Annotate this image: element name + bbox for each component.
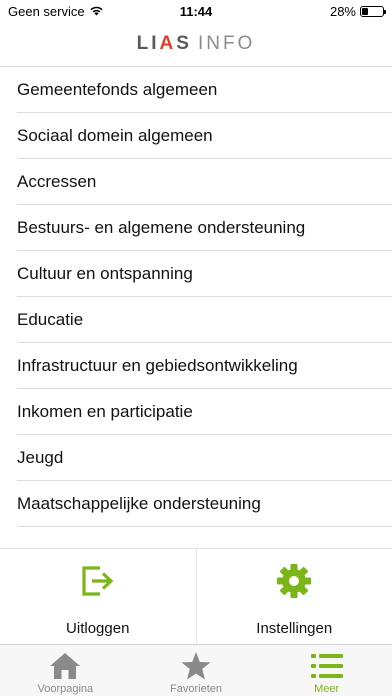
settings-label: Instellingen xyxy=(256,620,333,637)
category-list: Gemeentefonds algemeen Sociaal domein al… xyxy=(0,67,392,527)
star-icon xyxy=(179,650,213,682)
list-item-gemeentefonds-algemeen[interactable]: Gemeentefonds algemeen xyxy=(17,67,392,113)
list-item-inkomen-participatie[interactable]: Inkomen en participatie xyxy=(17,389,392,435)
logout-button[interactable]: Uitloggen xyxy=(0,549,196,644)
logo-text: LIAS INFO xyxy=(136,33,256,54)
logout-icon xyxy=(78,561,118,601)
tab-label-meer: Meer xyxy=(314,683,340,695)
status-bar: Geen service 11:44 28% xyxy=(0,0,392,24)
gear-icon xyxy=(274,561,314,601)
list-item-jeugd[interactable]: Jeugd xyxy=(17,435,392,481)
list-item-infrastructuur[interactable]: Infrastructuur en gebiedsontwikkeling xyxy=(17,343,392,389)
home-icon xyxy=(48,650,82,682)
settings-button[interactable]: Instellingen xyxy=(195,549,392,644)
logout-label: Uitloggen xyxy=(66,620,130,637)
tab-voorpagina[interactable]: Voorpagina xyxy=(0,645,131,696)
tab-label-favorieten: Favorieten xyxy=(170,683,222,695)
logo-info: INFO xyxy=(197,33,256,54)
app-logo: LIAS INFO xyxy=(0,30,392,58)
action-panel: Uitloggen Instellingen xyxy=(0,548,392,644)
tab-bar: Voorpagina Favorieten Meer xyxy=(0,644,392,696)
tab-meer[interactable]: Meer xyxy=(261,645,392,696)
battery-percent: 28% xyxy=(329,4,356,19)
logo-accent: A xyxy=(159,33,177,54)
list-item-sociaal-domein-algemeen[interactable]: Sociaal domein algemeen xyxy=(17,113,392,159)
battery-level xyxy=(362,8,368,15)
list-item-bestuurs-ondersteuning[interactable]: Bestuurs- en algemene ondersteuning xyxy=(17,205,392,251)
status-right: 28% xyxy=(329,4,386,19)
battery-icon xyxy=(360,6,386,17)
list-icon xyxy=(310,650,344,682)
list-item-educatie[interactable]: Educatie xyxy=(17,297,392,343)
tab-label-voorpagina: Voorpagina xyxy=(37,683,94,695)
list-item-maatschappelijke-ondersteuning[interactable]: Maatschappelijke ondersteuning xyxy=(17,481,392,527)
list-item-cultuur-ontspanning[interactable]: Cultuur en ontspanning xyxy=(17,251,392,297)
list-item-accressen[interactable]: Accressen xyxy=(17,159,392,205)
tab-favorieten[interactable]: Favorieten xyxy=(131,645,262,696)
